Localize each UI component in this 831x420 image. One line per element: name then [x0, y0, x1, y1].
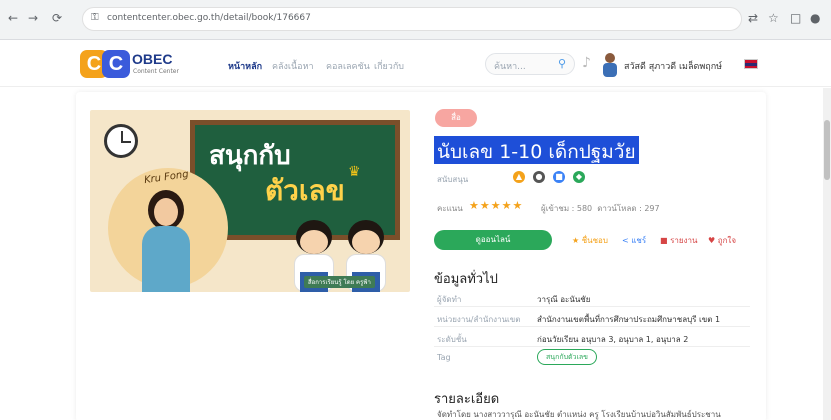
browser-toolbar: ← → ⟳ ⚿ contentcenter.obec.go.th/detail/… — [0, 0, 831, 40]
view-online-button[interactable]: ดูออนไลน์ — [434, 230, 552, 250]
media-type-badge: สื่อ — [435, 109, 477, 127]
download-count: ดาวน์โหลด : 297 — [597, 204, 660, 213]
rating-stars[interactable]: ★★★★★ — [469, 199, 523, 212]
field-author-key: ผู้จัดทำ — [437, 295, 462, 304]
field-author-value: วารุณี อะนันชัย — [537, 295, 591, 304]
divider — [434, 306, 750, 307]
logo-c-blue: C — [102, 50, 130, 78]
nav-about[interactable]: เกี่ยวกับ — [374, 59, 404, 73]
search-box[interactable]: ค้นหา... ⚲ — [485, 53, 575, 75]
user-name-dropdown[interactable]: สวัสดี สุภาวดี เมล็ดพฤกษ์ — [624, 59, 722, 73]
field-agency-key: หน่วยงาน/สำนักงานเขต — [437, 315, 521, 324]
search-input[interactable]: ค้นหา... — [494, 59, 526, 73]
apple-icon: ● — [533, 171, 545, 183]
field-tag-key: Tag — [437, 353, 451, 362]
logo-subtitle: Content Center — [133, 68, 179, 75]
lock-icon: ⚿ — [91, 12, 99, 23]
divider — [434, 346, 750, 347]
cover-credit: สื่อการเรียนรู้ โดย ครูฟ้า — [304, 276, 375, 288]
scrollbar-thumb[interactable] — [824, 120, 830, 180]
board-text-line2: ตัวเลข — [265, 174, 345, 207]
windows-icon: ■ — [553, 171, 565, 183]
forward-icon[interactable]: → — [28, 11, 38, 25]
divider — [434, 326, 750, 327]
profile-icon[interactable]: ● — [810, 11, 820, 25]
reload-icon[interactable]: ⟳ — [52, 11, 62, 25]
translate-icon[interactable]: ⇄ — [748, 11, 758, 25]
rating-label: คะแนน — [437, 204, 463, 213]
site-logo[interactable]: C C OBEC Content Center — [80, 48, 190, 80]
field-level-value: ก่อนวัยเรียน อนุบาล 3, อนุบาล 1, อนุบาล … — [537, 335, 689, 344]
platform-label: สนับสนุน — [437, 175, 469, 184]
nav-collection[interactable]: คอลเลคชัน — [326, 59, 370, 73]
site-header: C C OBEC Content Center หน้าหลัก คลังเนื… — [0, 41, 831, 87]
teacher-illustration — [136, 190, 196, 292]
crown-icon: ♛ — [348, 164, 361, 180]
clock-icon — [104, 124, 138, 158]
web-icon: ◆ — [573, 171, 585, 183]
description-text: จัดทำโดย นางสาววารุณี อะนันชัย ตำแหน่ง ค… — [437, 410, 721, 419]
nav-home[interactable]: หน้าหลัก — [228, 59, 262, 73]
nav-content[interactable]: คลังเนื้อหา — [272, 59, 314, 73]
field-agency-value: สำนักงานเขตพื้นที่การศึกษาประถมศึกษาชลบุ… — [537, 315, 721, 324]
share-button[interactable]: < แชร์ — [622, 234, 646, 247]
view-count: ผู้เข้าชม : 580 ดาวน์โหลด : 297 — [541, 204, 660, 213]
extensions-icon[interactable]: □ — [790, 11, 801, 25]
detail-heading: รายละเอียด — [434, 392, 500, 407]
avatar[interactable] — [600, 51, 620, 77]
android-icon: ▲ — [513, 171, 525, 183]
bookmark-star-icon[interactable]: ☆ — [768, 11, 779, 25]
cover-image: สนุกกับ ตัวเลข ♛ Kru Fong สื่อการเรียนรู… — [90, 110, 410, 292]
search-icon[interactable]: ⚲ — [558, 57, 566, 70]
language-flag-icon[interactable] — [744, 59, 758, 69]
page-title: นับเลข 1-10 เด็กปฐมวัย — [434, 136, 639, 164]
general-info-heading: ข้อมูลทั่วไป — [434, 272, 498, 287]
favorite-button[interactable]: ★ ชื่นชอบ — [572, 234, 608, 247]
bell-icon[interactable]: ♪ — [582, 55, 591, 71]
address-url[interactable]: contentcenter.obec.go.th/detail/book/176… — [107, 13, 311, 23]
address-bar[interactable]: ⚿ contentcenter.obec.go.th/detail/book/1… — [82, 7, 742, 31]
field-level-key: ระดับชั้น — [437, 335, 467, 344]
report-button[interactable]: ■ รายงาน — [660, 234, 697, 247]
tag-chip[interactable]: สนุกกับตัวเลข — [537, 349, 597, 365]
back-icon[interactable]: ← — [8, 11, 18, 25]
logo-brand: OBEC — [132, 51, 173, 67]
like-button[interactable]: ♥ ถูกใจ — [708, 234, 736, 247]
